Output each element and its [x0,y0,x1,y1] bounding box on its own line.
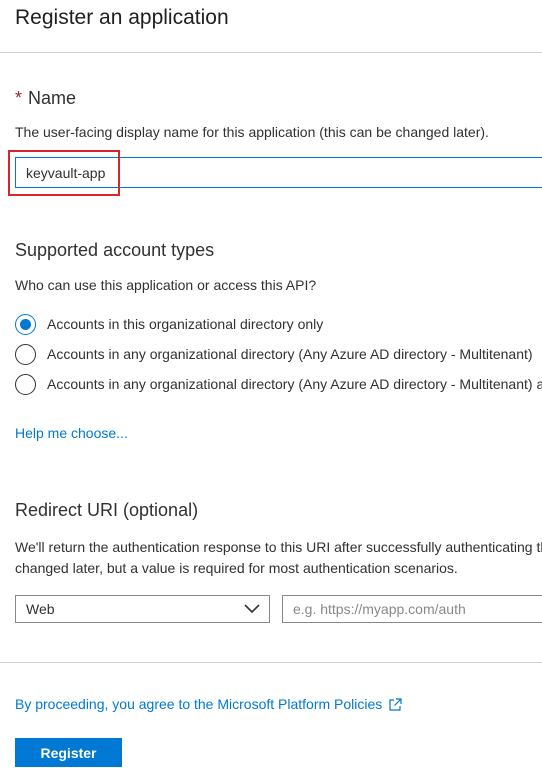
required-marker: * [15,88,23,108]
radio-option-multitenant-personal[interactable]: Accounts in any organizational directory… [15,372,542,396]
radio-selected-icon[interactable] [15,313,36,335]
redirect-uri-input[interactable] [282,595,542,623]
radio-unselected-icon[interactable] [15,343,36,365]
radio-unselected-icon[interactable] [15,373,36,395]
radio-label: Accounts in any organizational directory… [47,346,533,362]
radio-label: Accounts in this organizational director… [47,316,324,332]
account-types-question: Who can use this application or access t… [15,277,317,293]
page-title: Register an application [15,6,229,29]
radio-option-multitenant[interactable]: Accounts in any organizational directory… [15,342,542,366]
external-link-icon [389,697,402,711]
title-divider [0,52,542,53]
register-app-page: Register an application * Name The user-f… [0,0,542,768]
account-types-heading: Supported account types [15,240,215,260]
platform-policies-text: By proceeding, you agree to the Microsof… [15,696,383,712]
platform-select[interactable]: Web [15,595,270,623]
register-button[interactable]: Register [15,738,122,767]
name-heading: * Name [15,88,76,109]
footer-divider [0,662,542,663]
help-me-choose-link[interactable]: Help me choose... [15,425,128,441]
radio-label: Accounts in any organizational directory… [47,376,542,392]
name-description: The user-facing display name for this ap… [15,124,489,140]
chevron-down-icon [244,604,260,614]
redirect-uri-heading: Redirect URI (optional) [15,500,199,520]
platform-select-value: Web [26,601,55,617]
redirect-description-line2: changed later, but a value is required f… [15,560,458,576]
name-heading-label: Name [28,88,77,108]
radio-option-single-tenant[interactable]: Accounts in this organizational director… [15,312,542,336]
redirect-description-line1: We'll return the authentication response… [15,539,542,555]
name-input[interactable] [15,157,542,188]
platform-policies-link[interactable]: By proceeding, you agree to the Microsof… [15,696,403,712]
